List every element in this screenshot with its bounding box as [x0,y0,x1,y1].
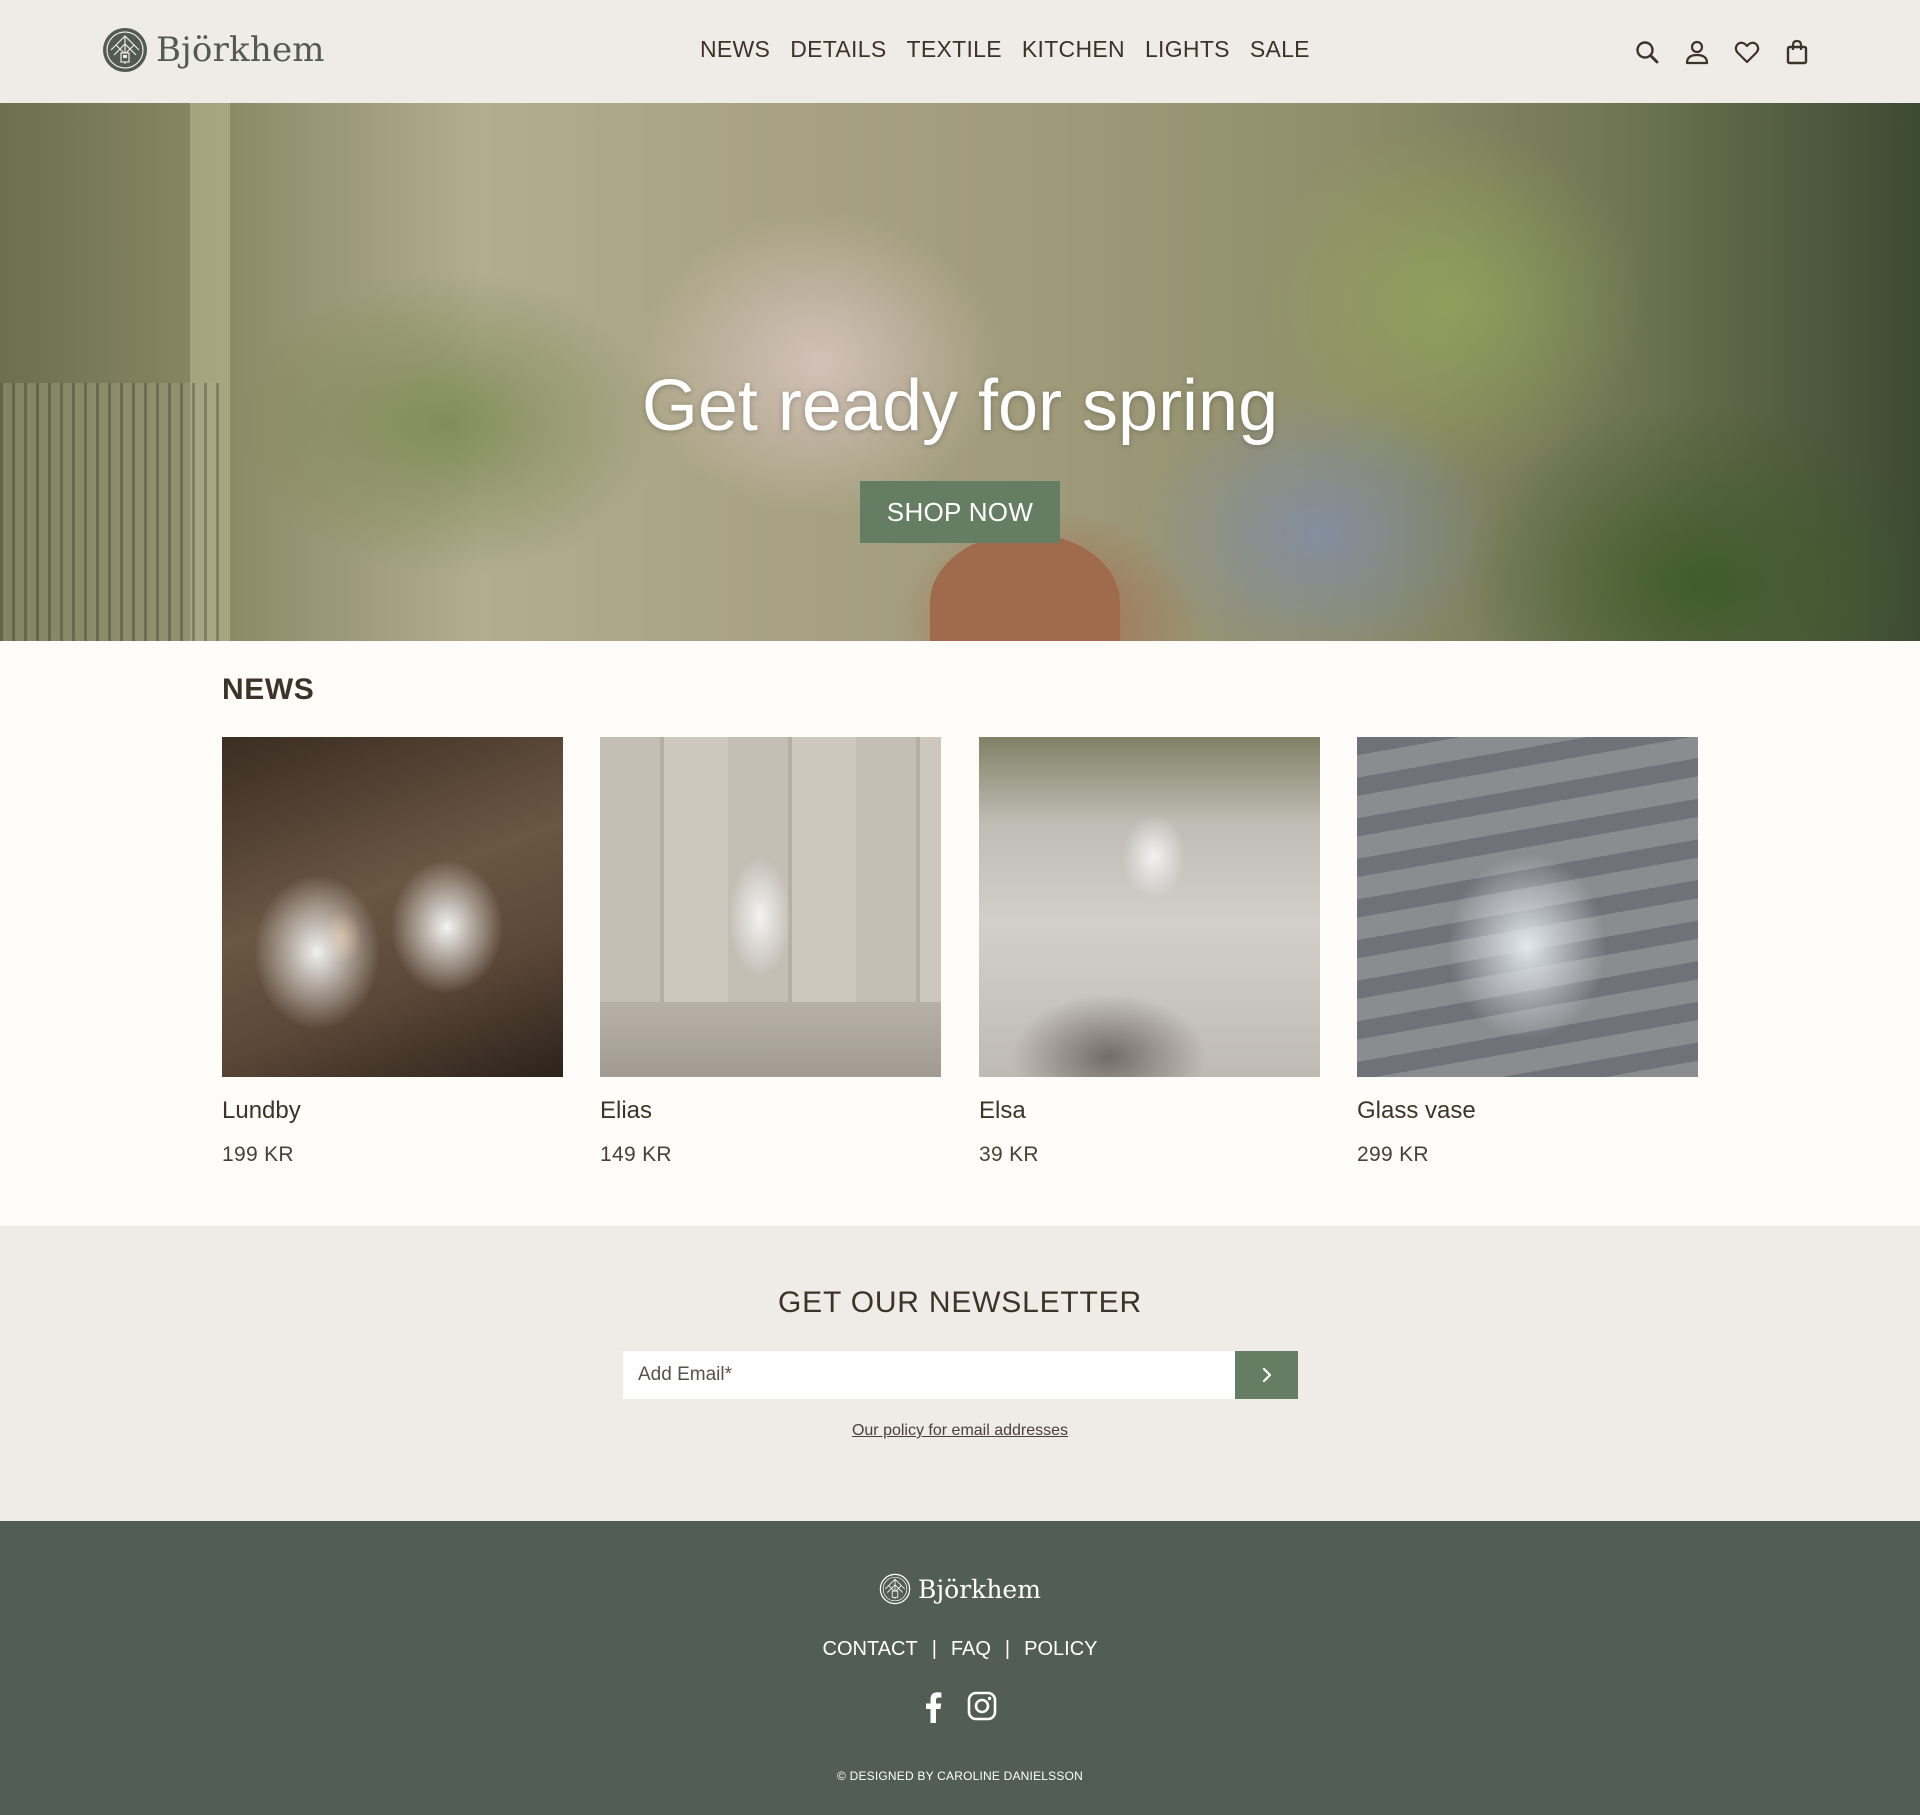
search-icon[interactable] [1634,38,1660,66]
product-card-elias[interactable]: Elias 149 KR [600,737,941,1167]
product-price: 299 KR [1357,1143,1429,1166]
email-input[interactable] [623,1351,1235,1399]
product-name[interactable]: Elias [600,1097,941,1125]
nav-news[interactable]: NEWS [700,36,770,63]
product-price: 199 KR [222,1143,294,1166]
nav-lights[interactable]: LIGHTS [1145,36,1230,63]
shop-now-button[interactable]: SHOP NOW [860,481,1060,543]
email-policy: Our policy for email addresses [0,1422,1920,1440]
social-links [0,1691,1920,1728]
nav-kitchen[interactable]: KITCHEN [1022,36,1125,63]
product-price: 39 KR [979,1143,1039,1166]
main-nav: NEWS DETAILS TEXTILE KITCHEN LIGHTS SALE [700,36,1310,63]
news-heading: NEWS [222,673,315,706]
product-image[interactable] [979,737,1320,1077]
site-header: Björkhem NEWS DETAILS TEXTILE KITCHEN LI… [0,0,1920,103]
footer-brand-name: Björkhem [918,1574,1041,1604]
heart-icon[interactable] [1734,38,1760,66]
copyright-text: © DESIGNED BY CAROLINE DANIELSSON [837,1769,1083,1783]
brand-name: Björkhem [156,30,325,70]
nav-details[interactable]: DETAILS [790,36,886,63]
product-name[interactable]: Lundby [222,1097,563,1125]
hero-image-pot [930,533,1120,641]
email-policy-link[interactable]: Our policy for email addresses [852,1422,1068,1439]
facebook-icon[interactable] [923,1691,943,1728]
logo-emblem-icon [103,28,147,72]
footer-policy-link[interactable]: POLICY [1024,1638,1097,1661]
newsletter-section: GET OUR NEWSLETTER Our policy for email … [0,1226,1920,1521]
footer-separator: | [931,1638,937,1660]
footer-links: CONTACT | FAQ | POLICY [0,1638,1920,1661]
product-card-glass-vase[interactable]: Glass vase 299 KR [1357,737,1698,1167]
footer-contact-link[interactable]: CONTACT [823,1638,918,1661]
product-price: 149 KR [600,1143,672,1166]
product-card-elsa[interactable]: Elsa 39 KR [979,737,1320,1167]
footer-separator: | [1004,1638,1011,1660]
site-footer: Björkhem CONTACT | FAQ | POLICY © DESIGN… [0,1521,1920,1815]
hero-banner: Get ready for spring SHOP NOW [0,103,1920,641]
product-name[interactable]: Elsa [979,1097,1320,1125]
newsletter-submit-button[interactable] [1235,1351,1298,1399]
product-image[interactable] [1357,737,1698,1077]
user-icon[interactable] [1684,38,1710,66]
header-actions [1634,38,1810,66]
news-section: NEWS Lundby 199 KR Elias 149 KR Elsa 39 … [0,641,1920,1226]
hero-title: Get ready for spring [641,366,1279,446]
footer-faq-link[interactable]: FAQ [951,1638,991,1661]
newsletter-heading: GET OUR NEWSLETTER [778,1286,1142,1319]
product-card-lundby[interactable]: Lundby 199 KR [222,737,563,1167]
nav-textile[interactable]: TEXTILE [906,36,1001,63]
logo-emblem-icon [879,1573,911,1605]
chevron-right-icon [1262,1367,1271,1383]
product-image[interactable] [222,737,563,1077]
nav-sale[interactable]: SALE [1250,36,1310,63]
footer-logo[interactable]: Björkhem [0,1573,1920,1605]
brand-logo[interactable]: Björkhem [102,27,325,73]
product-image[interactable] [600,737,941,1077]
shopping-bag-icon[interactable] [1784,38,1810,66]
instagram-icon[interactable] [967,1691,997,1728]
product-name[interactable]: Glass vase [1357,1097,1698,1125]
